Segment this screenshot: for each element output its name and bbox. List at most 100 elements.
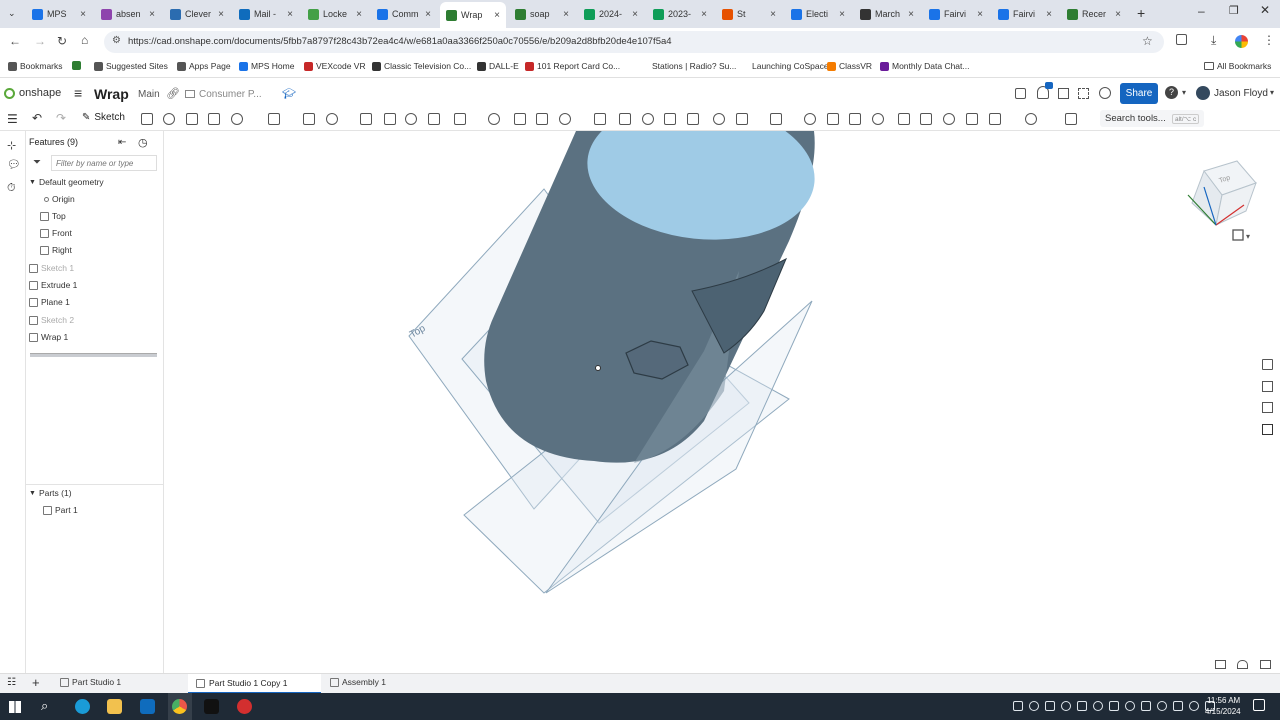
tab-close-icon[interactable]: × bbox=[425, 9, 431, 20]
feature-list-toggle-icon[interactable]: ☰ bbox=[7, 112, 18, 126]
minimize-icon[interactable]: – bbox=[1198, 4, 1205, 18]
surface-icon[interactable] bbox=[687, 113, 699, 125]
browser-tab[interactable]: 2023- × bbox=[647, 4, 713, 24]
bookmark-star-icon[interactable]: ☆ bbox=[1142, 34, 1153, 48]
feature-item[interactable]: Sketch 1 bbox=[29, 263, 74, 273]
part-item[interactable]: Part 1 bbox=[43, 505, 78, 515]
parts-folder[interactable]: ▼ Parts (1) bbox=[29, 488, 72, 498]
profile-icon[interactable] bbox=[1235, 35, 1248, 48]
home-icon[interactable]: ⌂ bbox=[81, 33, 88, 47]
delete-part-icon[interactable] bbox=[736, 113, 748, 125]
help-chevron-down-icon[interactable]: ▾ bbox=[1182, 88, 1186, 97]
forward-icon[interactable]: → bbox=[34, 34, 46, 48]
user-chevron-down-icon[interactable]: ▾ bbox=[1270, 88, 1274, 97]
tray-icon-5[interactable] bbox=[1077, 701, 1087, 711]
start-icon[interactable] bbox=[9, 701, 21, 713]
tab-close-icon[interactable]: × bbox=[839, 9, 845, 20]
bookmark-item[interactable]: Apps Page bbox=[177, 61, 231, 71]
tab-close-icon[interactable]: × bbox=[908, 9, 914, 20]
render-mode-icon[interactable] bbox=[1262, 359, 1273, 370]
back-icon[interactable]: ← bbox=[9, 34, 21, 48]
frame-icon[interactable] bbox=[920, 113, 932, 125]
rollback-bar[interactable] bbox=[30, 353, 157, 357]
sheet-metal-icon[interactable] bbox=[898, 113, 910, 125]
avatar[interactable] bbox=[1196, 86, 1210, 100]
clock-time[interactable]: 11:56 AM bbox=[1207, 696, 1240, 705]
browser-tab[interactable]: March × bbox=[854, 4, 920, 24]
tab-close-icon[interactable]: × bbox=[632, 9, 638, 20]
fillet-icon[interactable] bbox=[268, 113, 280, 125]
branch-name[interactable]: Main bbox=[138, 89, 160, 100]
download-icon[interactable]: ⤓ bbox=[1211, 33, 1216, 48]
feature-filter-input[interactable] bbox=[51, 155, 157, 171]
rollback-icon[interactable]: ⇤ bbox=[118, 137, 126, 148]
tab-close-icon[interactable]: × bbox=[149, 9, 155, 20]
feature-tree-icon[interactable]: ⊹ bbox=[7, 139, 16, 152]
tab-close-icon[interactable]: × bbox=[770, 9, 776, 20]
more-tools-icon[interactable] bbox=[1065, 113, 1077, 125]
revolve-icon[interactable] bbox=[186, 113, 198, 125]
chamfer-icon[interactable] bbox=[303, 113, 315, 125]
tab-close-icon[interactable]: × bbox=[701, 9, 707, 20]
folder-name[interactable]: Consumer P... bbox=[199, 89, 262, 100]
custom-feature-icon[interactable] bbox=[1025, 113, 1037, 125]
tab-close-icon[interactable]: × bbox=[356, 9, 362, 20]
tab-close-icon[interactable]: × bbox=[494, 10, 500, 21]
sweep-icon[interactable] bbox=[208, 113, 220, 125]
battery-icon[interactable] bbox=[1189, 701, 1199, 711]
user-name[interactable]: Jason Floyd bbox=[1214, 88, 1268, 99]
panel-divider[interactable] bbox=[26, 484, 164, 485]
tab-part-studio-1-copy-1[interactable]: Part Studio 1 Copy 1 bbox=[188, 674, 321, 694]
graphics-viewport[interactable]: Top Top ▾ bbox=[164, 131, 1280, 673]
link-icon[interactable]: 🔗︎ bbox=[166, 87, 180, 100]
browser-tab[interactable]: Electi × bbox=[785, 4, 851, 24]
tray-icon-9[interactable] bbox=[1141, 701, 1151, 711]
close-window-icon[interactable]: ✕ bbox=[1260, 3, 1270, 17]
browser-tab[interactable]: Comm × bbox=[371, 4, 437, 24]
restore-icon[interactable]: ❐ bbox=[1229, 4, 1239, 17]
tab-close-icon[interactable]: × bbox=[80, 9, 86, 20]
app-icon[interactable] bbox=[204, 699, 219, 714]
address-bar[interactable]: ⚙ https://cad.onshape.com/documents/5fbb… bbox=[104, 31, 1164, 53]
notification-center-icon[interactable] bbox=[1253, 699, 1265, 711]
browser-tab[interactable]: Recer × bbox=[1061, 4, 1127, 24]
feature-item[interactable]: Wrap 1 bbox=[29, 332, 68, 342]
hamburger-menu-icon[interactable]: ≡ bbox=[74, 85, 82, 101]
appearance-icon[interactable] bbox=[872, 113, 884, 125]
bookmark-item[interactable]: Bookmarks bbox=[8, 61, 63, 71]
browser-tab[interactable]: soap × bbox=[509, 4, 575, 24]
outlook-icon[interactable] bbox=[140, 699, 155, 714]
new-tab-icon[interactable]: + bbox=[1137, 5, 1145, 21]
tab-close-icon[interactable]: × bbox=[563, 9, 569, 20]
search-icon[interactable]: ⌕ bbox=[41, 698, 48, 714]
export-icon[interactable] bbox=[989, 113, 1001, 125]
tab-assembly-1[interactable]: Assembly 1 bbox=[330, 677, 386, 687]
measure-icon[interactable] bbox=[1262, 402, 1273, 413]
loft-icon[interactable] bbox=[231, 113, 243, 125]
transform-icon[interactable] bbox=[514, 113, 526, 125]
bookmark-item[interactable]: Launching CoSpace... bbox=[740, 61, 836, 71]
browser-tab[interactable]: absen × bbox=[95, 4, 161, 24]
tray-icon-1[interactable] bbox=[1013, 701, 1023, 711]
origin-point[interactable] bbox=[595, 365, 601, 371]
obs-icon[interactable] bbox=[237, 699, 252, 714]
bottom-right-tool-2-icon[interactable] bbox=[1237, 660, 1248, 669]
add-tab-icon[interactable]: + bbox=[32, 675, 40, 690]
feature-item[interactable]: Sketch 2 bbox=[29, 315, 74, 325]
feature-item[interactable]: Extrude 1 bbox=[29, 280, 77, 290]
undo-icon[interactable]: ↶ bbox=[32, 111, 42, 125]
tray-icon-2[interactable] bbox=[1029, 701, 1039, 711]
feature-item[interactable]: Right bbox=[40, 245, 72, 255]
bookmark-item[interactable]: Classic Television Co... bbox=[372, 61, 471, 71]
bluetooth-icon[interactable] bbox=[1157, 701, 1167, 711]
bookmark-item[interactable]: Suggested Sites bbox=[94, 61, 168, 71]
variable-icon[interactable] bbox=[770, 113, 782, 125]
new-sketch-icon[interactable] bbox=[141, 113, 153, 125]
wrap-icon[interactable] bbox=[713, 113, 725, 125]
bookmark-item[interactable]: VEXcode VR bbox=[304, 61, 366, 71]
edge-icon[interactable] bbox=[75, 699, 90, 714]
reload-icon[interactable]: ↻ bbox=[57, 34, 67, 48]
bookmark-item[interactable]: DALL-E bbox=[477, 61, 519, 71]
learning-center-icon[interactable]: 🎓︎ bbox=[282, 87, 296, 100]
bottom-right-tool-1-icon[interactable] bbox=[1215, 660, 1226, 669]
